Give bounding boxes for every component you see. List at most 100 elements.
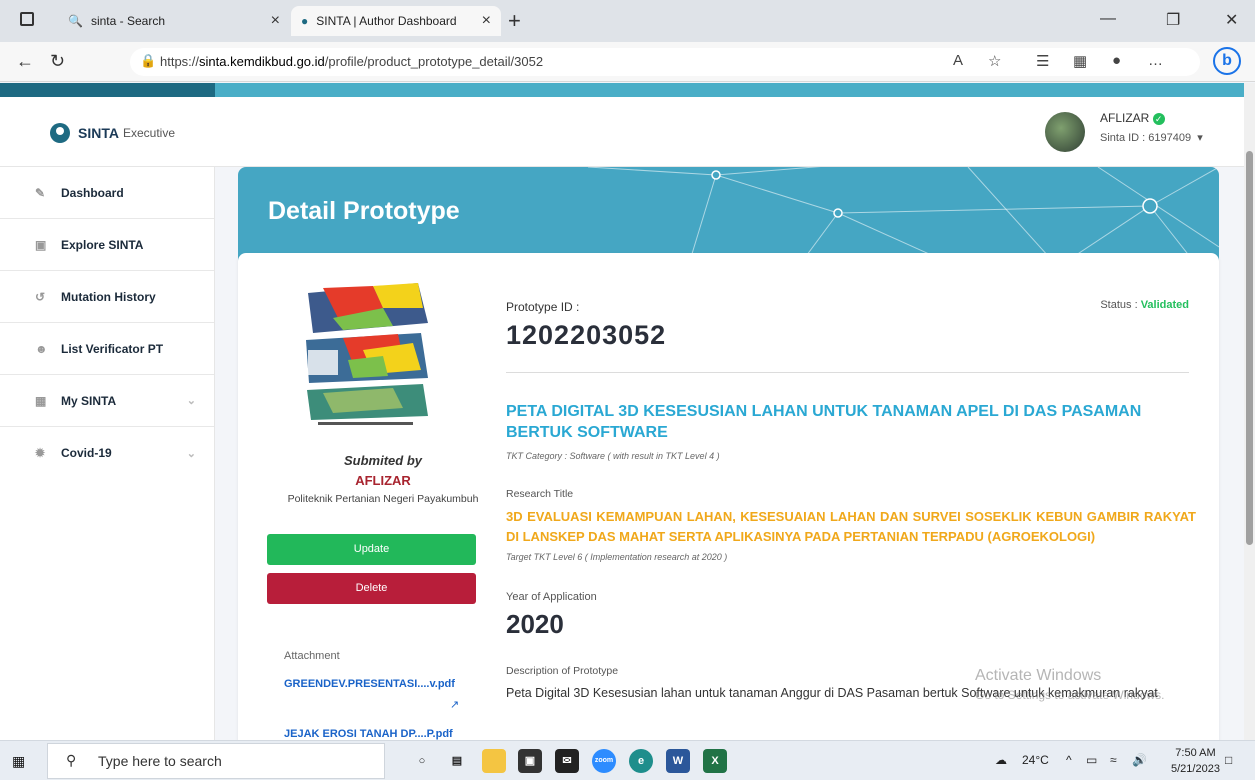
sidebar-item-label: Covid-19 [61,446,112,460]
mail-icon[interactable]: ✉ [555,749,579,773]
more-icon[interactable]: … [1148,52,1163,69]
status-badge: Status : Validated [1100,299,1189,311]
attachment-label: Attachment [284,650,340,662]
sinta-favicon-icon: ● [301,14,309,28]
battery-icon[interactable]: ▭ [1086,753,1097,767]
sidebar-item-label: My SINTA [61,393,117,408]
logo-text: SINTA [78,125,119,141]
tab-title: SINTA | Author Dashboard [316,14,457,28]
sidebar-item-covid[interactable]: ✹ Covid-19 ⌄ [0,427,214,479]
collections-icon[interactable]: ▦ [1073,52,1087,70]
browser-tab-bar: 🔍 sinta - Search × ● SINTA | Author Dash… [0,0,1255,42]
bing-icon[interactable]: b [1213,47,1241,75]
address-bar-row: ← ↻ 🔒 https://sinta.kemdikbud.go.id/prof… [0,42,1255,82]
scrollbar[interactable] [1244,83,1255,740]
institution-name: Politeknik Pertanian Negeri Payakumbuh [287,493,479,505]
activate-windows-subtext: Go to Settings to activate Windows. [975,688,1165,702]
author-name[interactable]: AFLIZAR [268,473,498,488]
lock-icon: 🔒 [140,53,157,68]
research-title: 3D EVALUASI KEMAMPUAN LAHAN, KESESUAIAN … [506,509,1196,544]
user-icon: ☻ [35,341,48,356]
profile-icon[interactable]: ● [1112,52,1121,69]
tray-chevron-icon[interactable]: ^ [1066,753,1072,767]
search-placeholder: Type here to search [98,753,222,769]
external-link-icon[interactable]: ↗ [450,698,459,711]
browser-tab-search[interactable]: 🔍 sinta - Search × [58,6,290,36]
sinta-id-text: Sinta ID : 6197409 [1100,132,1192,144]
weather-icon[interactable]: ☁ [995,753,1007,767]
favorite-add-icon[interactable]: ☆ [988,52,1001,70]
research-title-label: Research Title [506,488,574,500]
close-window-icon[interactable]: ✕ [1225,10,1238,30]
update-button[interactable]: Update [267,534,476,565]
book-icon: ▣ [35,237,47,252]
attachment-link[interactable]: JEJAK EROSI TANAH DP....P.pdf [284,728,453,740]
sidebar-item-mutation-history[interactable]: ↺ Mutation History [0,271,214,323]
status-label: Status : [1100,299,1138,311]
sinta-logo-icon [50,123,70,143]
delete-button[interactable]: Delete [267,573,476,604]
search-icon: 🔍 [68,14,83,28]
sidebar-item-list-verificator[interactable]: ☻ List Verificator PT [0,323,214,375]
virus-icon: ✹ [35,446,46,460]
edge-icon[interactable]: e [629,749,653,773]
weather-temp[interactable]: 24°C [1022,753,1049,767]
user-name[interactable]: AFLIZAR ✓ [1100,111,1165,125]
browser-tab-sinta[interactable]: ● SINTA | Author Dashboard × [291,6,501,36]
network-icon[interactable]: ≈ [1110,753,1117,767]
file-explorer-icon[interactable] [482,749,506,773]
prototype-id-label: Prototype ID : [506,300,580,314]
clock-date: 5/21/2023 [1171,763,1220,775]
close-tab-icon[interactable]: × [271,12,280,30]
excel-icon[interactable]: X [703,749,727,773]
search-icon: ⚲ [66,752,77,768]
logo-subtext: Executive [122,126,175,140]
scrollbar-thumb[interactable] [1246,151,1253,545]
favorites-icon[interactable]: ☰ [1036,52,1049,70]
sinta-id[interactable]: Sinta ID : 6197409 ▾ [1100,131,1203,144]
minimize-icon[interactable]: — [1100,10,1116,28]
read-aloud-icon[interactable]: A [953,52,963,69]
prototype-map-image[interactable] [303,278,428,428]
tab-actions-icon[interactable] [20,12,34,26]
windows-start-icon[interactable]: ▦ [12,753,25,770]
refresh-icon[interactable]: ↻ [50,51,65,72]
url-path: /profile/product_prototype_detail/3052 [324,54,544,69]
sidebar-item-my-sinta[interactable]: ▦ My SINTA ⌄ [0,375,214,427]
prototype-id: 1202203052 [506,320,667,350]
chevron-down-icon: ▾ [1194,132,1203,144]
clock[interactable]: 7:50 AM 5/21/2023 [1171,745,1220,777]
attachment-link[interactable]: GREENDEV.PRESENTASI....v.pdf [284,678,455,690]
task-view-icon[interactable]: ▤ [445,749,469,773]
activate-windows-watermark: Activate Windows [975,667,1102,684]
close-tab-icon[interactable]: × [482,12,491,30]
url-domain: sinta.kemdikbud.go.id [199,54,325,69]
sidebar-item-label: Dashboard [61,185,124,200]
sidebar-item-label: Explore SINTA [61,237,144,252]
user-name-text: AFLIZAR [1100,111,1150,125]
history-icon: ↺ [35,289,46,304]
volume-icon[interactable]: 🔊 [1132,753,1147,767]
new-tab-icon[interactable]: + [508,8,521,34]
tab-title: sinta - Search [90,14,165,28]
notifications-icon[interactable]: □ [1225,753,1232,767]
sidebar-item-explore-sinta[interactable]: ▣ Explore SINTA [0,219,214,271]
sidebar-item-label: List Verificator PT [61,341,164,356]
sidebar-item-dashboard[interactable]: ✎ Dashboard [0,167,214,219]
zoom-icon[interactable]: zoom [592,749,616,773]
chevron-down-icon: ⌄ [186,395,196,407]
word-icon[interactable]: W [666,749,690,773]
back-icon[interactable]: ← [16,51,34,72]
avatar[interactable] [1045,112,1085,152]
sinta-logo[interactable]: SINTA Executive [50,123,175,143]
taskbar-search-input[interactable]: ⚲ Type here to search [47,743,385,779]
target-tkt: Target TKT Level 6 ( Implementation rese… [506,552,728,562]
store-icon[interactable]: ▣ [518,749,542,773]
url-prefix: https:// [160,54,200,69]
cortana-icon[interactable]: ○ [410,749,434,773]
clock-time: 7:50 AM [1175,747,1216,759]
page-banner: Detail Prototype [238,167,1219,267]
chevron-down-icon: ⌄ [186,447,196,460]
restore-icon[interactable]: ❐ [1166,10,1180,30]
description-label: Description of Prototype [506,665,619,677]
